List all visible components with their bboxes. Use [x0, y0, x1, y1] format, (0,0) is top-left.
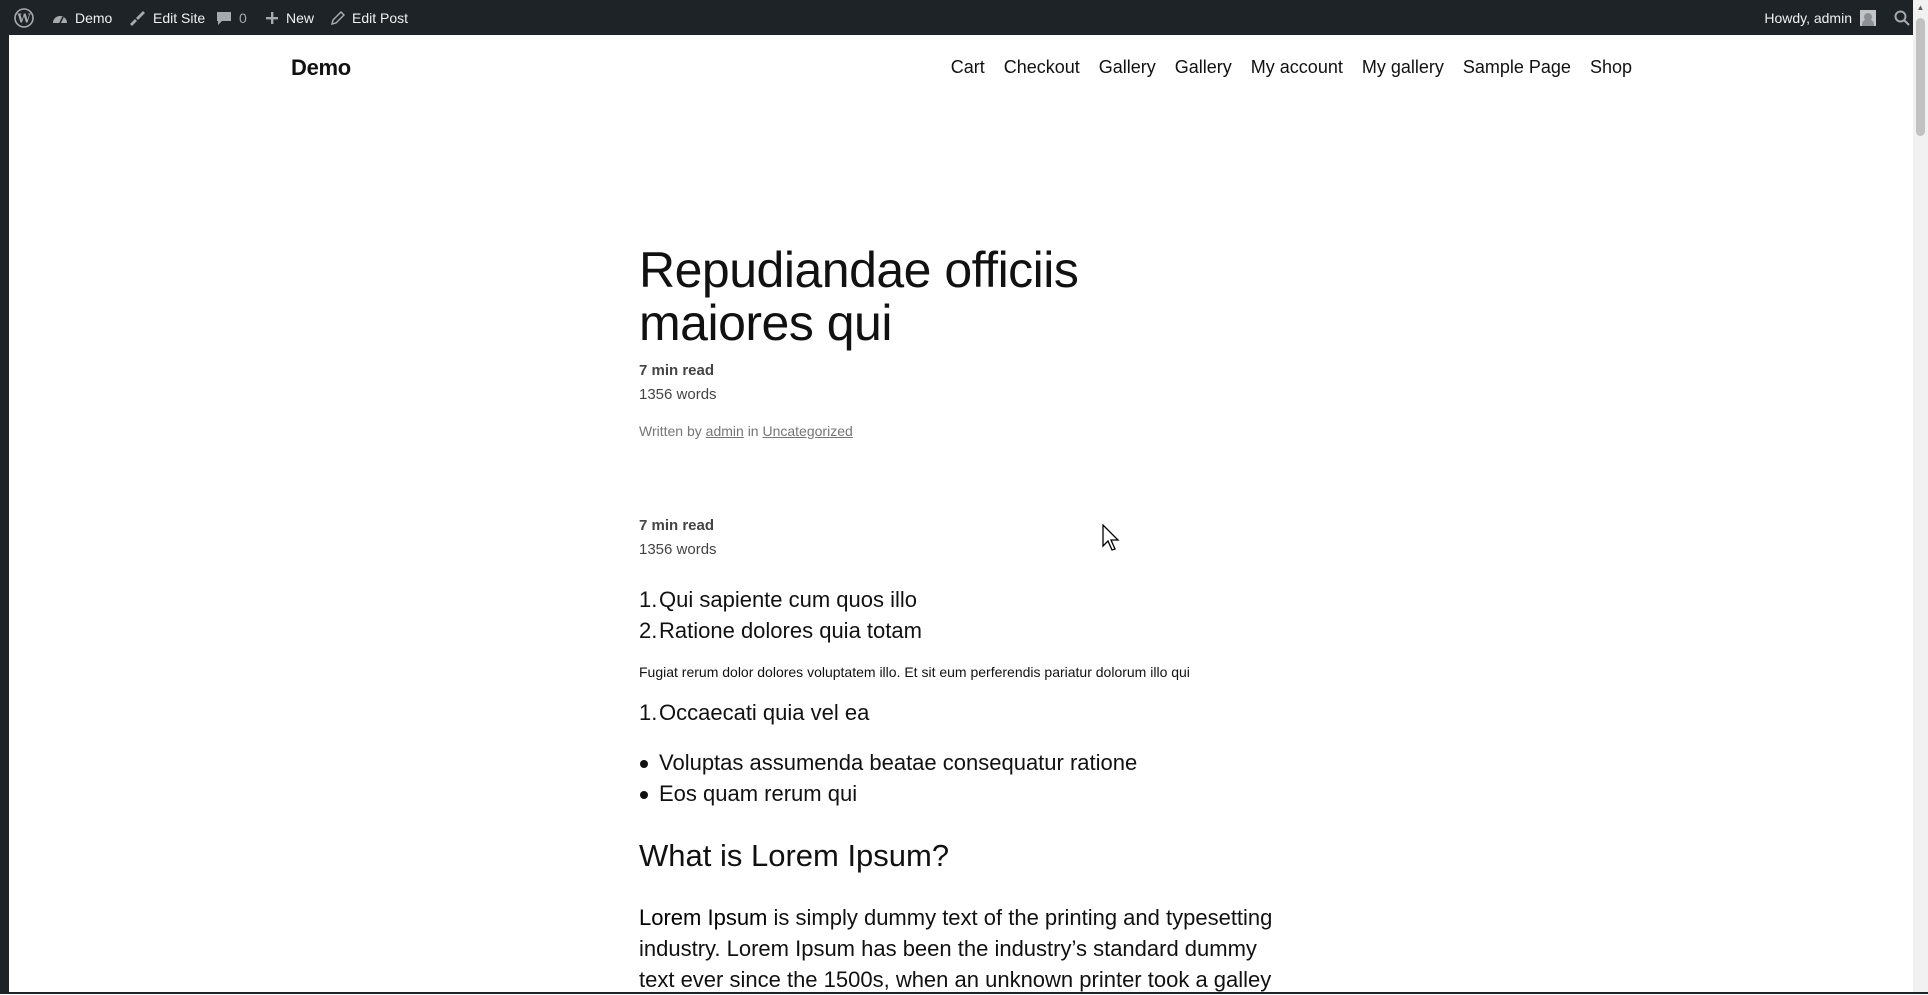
new-label: New: [286, 9, 315, 26]
howdy-label: Howdy, admin: [1764, 9, 1852, 26]
vertical-scrollbar[interactable]: ▲: [1913, 0, 1928, 994]
body-paragraph: Lorem Ipsum is simply dummy text of the …: [639, 902, 1289, 995]
nav-item-checkout[interactable]: Checkout: [1004, 57, 1080, 78]
list-item: Eos quam rerum qui: [639, 778, 1289, 809]
ordered-list-2: 1. Occaecati quia vel ea: [639, 697, 1289, 728]
plus-icon: [265, 11, 279, 25]
post-title: Repudiandae officiis maiores qui: [639, 242, 1079, 351]
avatar: [1860, 9, 1876, 26]
list-item-text: Voluptas assumenda beatae consequatur ra…: [659, 750, 1138, 775]
dashboard-gauge-icon: [52, 11, 68, 25]
admin-site-link[interactable]: Demo: [52, 0, 112, 35]
list-item: 1. Occaecati quia vel ea: [639, 697, 1289, 728]
section-heading: What is Lorem Ipsum?: [639, 838, 950, 873]
read-time: 7 min read: [639, 362, 715, 379]
list-number: 1.: [639, 587, 658, 612]
edit-post-label: Edit Post: [352, 9, 409, 26]
wordpress-logo-icon[interactable]: W: [14, 0, 34, 35]
small-paragraph: Fugiat rerum dolor dolores voluptatem il…: [639, 664, 1190, 680]
comments-count: 0: [239, 9, 247, 26]
list-number: 2.: [639, 618, 658, 643]
comment-bubble-icon: [216, 10, 232, 26]
bullet-icon: [640, 791, 648, 799]
list-item: 1. Qui sapiente cum quos illo: [639, 584, 1289, 615]
search-icon[interactable]: [1894, 0, 1910, 35]
edit-post-button[interactable]: Edit Post: [331, 0, 408, 35]
scroll-up-arrow-icon[interactable]: ▲: [1913, 0, 1928, 15]
brush-icon: [128, 10, 146, 26]
post-content: Repudiandae officiis maiores qui 7 min r…: [639, 244, 1289, 995]
read-time: 7 min read: [639, 517, 715, 534]
bold-term: Lorem Ipsum: [639, 905, 768, 930]
bullet-list: Voluptas assumenda beatae consequatur ra…: [639, 747, 1289, 809]
mouse-pointer-icon: [1102, 523, 1122, 557]
nav-item-gallery-2[interactable]: Gallery: [1175, 57, 1232, 78]
post-meta-repeat: 7 min read 1356 words: [639, 514, 1289, 562]
scrollbar-thumb[interactable]: [1916, 18, 1925, 136]
byline-in: in: [747, 423, 759, 439]
list-number: 1.: [639, 700, 658, 725]
svg-text:W: W: [16, 11, 31, 25]
nav-item-gallery[interactable]: Gallery: [1099, 57, 1156, 78]
pencil-icon: [331, 10, 345, 25]
list-item: Voluptas assumenda beatae consequatur ra…: [639, 747, 1289, 778]
list-item: 2. Ratione dolores quia totam: [639, 615, 1289, 646]
bullet-icon: [640, 760, 648, 768]
list-item-text: Eos quam rerum qui: [659, 781, 858, 806]
post-meta: 7 min read 1356 words: [639, 359, 1289, 407]
comments-link[interactable]: 0: [216, 0, 247, 35]
site-title[interactable]: Demo: [291, 55, 351, 81]
list-item-text: Qui sapiente cum quos illo: [659, 587, 918, 612]
category-link[interactable]: Uncategorized: [762, 423, 852, 439]
author-link[interactable]: admin: [706, 423, 744, 439]
list-item-text: Ratione dolores quia totam: [659, 618, 922, 643]
word-count: 1356 words: [639, 541, 717, 558]
nav-item-sample-page[interactable]: Sample Page: [1463, 57, 1571, 78]
byline-prefix: Written by: [639, 423, 702, 439]
nav-item-my-gallery[interactable]: My gallery: [1362, 57, 1444, 78]
edit-site-button[interactable]: Edit Site: [128, 0, 205, 35]
ordered-list: 1. Qui sapiente cum quos illo 2. Ratione d…: [639, 584, 1289, 646]
list-item-text: Occaecati quia vel ea: [659, 700, 870, 725]
primary-navigation: Cart Checkout Gallery Gallery My account…: [951, 57, 1632, 78]
nav-item-shop[interactable]: Shop: [1590, 57, 1632, 78]
edit-site-label: Edit Site: [153, 9, 206, 26]
window-frame-left: [0, 0, 9, 994]
word-count: 1356 words: [639, 386, 717, 403]
admin-site-name: Demo: [75, 9, 113, 26]
nav-item-my-account[interactable]: My account: [1251, 57, 1343, 78]
byline: Written by admin in Uncategorized: [639, 423, 1289, 439]
nav-item-cart[interactable]: Cart: [951, 57, 985, 78]
new-content-button[interactable]: New: [265, 0, 314, 35]
admin-bar: W Demo Edit Site 0 New Edit Post Howdy, …: [0, 0, 1928, 35]
account-menu[interactable]: Howdy, admin: [1764, 0, 1876, 35]
